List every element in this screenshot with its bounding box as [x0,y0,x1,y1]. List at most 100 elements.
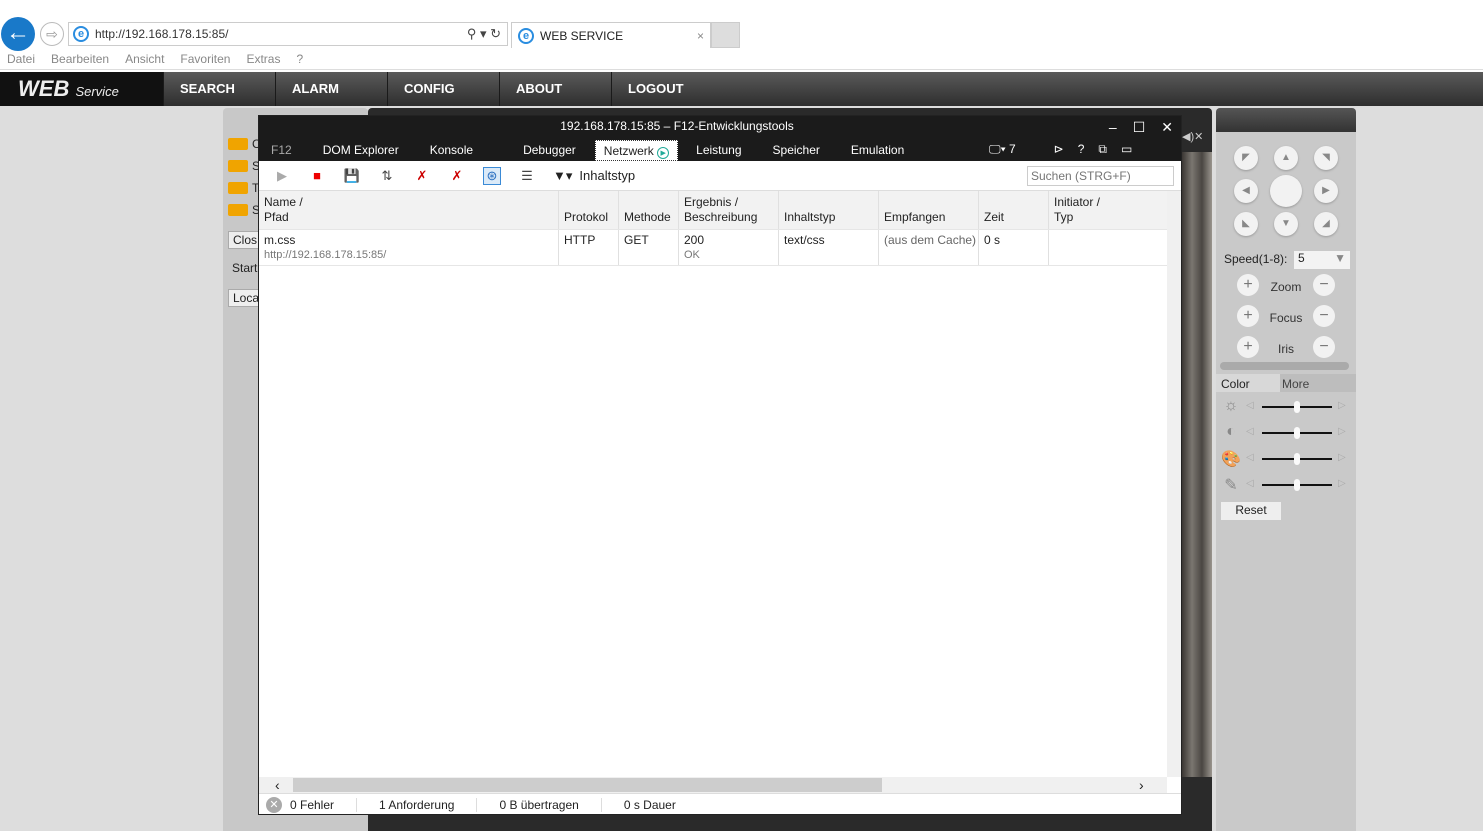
ptz-header [1216,108,1356,132]
ptz-up-button[interactable]: ▲ [1274,146,1298,170]
ptz-down-button[interactable]: ▼ [1274,212,1298,236]
tab-debugger[interactable]: Debugger [511,140,595,161]
horizontal-scrollbar[interactable]: ‹ › [259,777,1167,793]
iris-out-button[interactable]: − [1313,336,1335,358]
clear-session-icon[interactable]: ✗ [413,168,431,184]
ptz-up-left-button[interactable]: ◤ [1234,146,1258,170]
col-result[interactable]: Ergebnis / Beschreibung [679,191,779,229]
col-content-type[interactable]: Inhaltstyp [779,191,879,229]
error-icon: ✕ [266,796,282,813]
menu-help[interactable]: ? [296,52,303,69]
tab-f12[interactable]: F12 [259,140,311,161]
tab-netzwerk[interactable]: Netzwerk ▶ [594,140,679,161]
import-icon[interactable]: ⇅ [378,168,396,184]
menu-datei[interactable]: Datei [7,52,35,69]
scroll-right-icon[interactable]: › [1139,777,1144,793]
focus-out-button[interactable]: − [1313,305,1335,327]
search-input[interactable] [1027,166,1174,186]
close-icon[interactable]: ✕ [1161,119,1173,136]
minimize-icon[interactable]: – [1109,119,1117,136]
zoom-out-button[interactable]: − [1313,274,1335,296]
camera-icon[interactable] [228,182,248,194]
clear-entries-icon[interactable]: ☰ [518,168,536,184]
sharpness-icon: ✎ [1224,477,1238,494]
col-protocol[interactable]: Protokol [559,191,619,229]
stop-icon[interactable]: ■ [308,168,326,183]
saturation-slider[interactable]: ◁ ▷ [1246,452,1350,466]
menu-ansicht[interactable]: Ansicht [125,52,164,69]
nav-config[interactable]: CONFIG [387,72,499,106]
camera-icon[interactable] [228,204,248,216]
contrast-slider[interactable]: ◁ ▷ [1246,426,1350,440]
browser-tab[interactable]: e WEB SERVICE × [511,22,711,48]
new-tab-button[interactable] [711,22,740,48]
video-feed [1182,152,1212,777]
ptz-down-left-button[interactable]: ◣ [1234,212,1258,236]
save-icon[interactable]: 💾 [343,168,361,184]
search-refresh-icon[interactable]: ⚲ ▾ ↻ [467,26,501,42]
reset-button[interactable]: Reset [1221,502,1281,520]
always-refresh-icon[interactable]: ⊛ [483,166,501,185]
address-bar[interactable]: e http://192.168.178.15:85/ ⚲ ▾ ↻ [68,22,508,46]
close-tab-icon[interactable]: × [697,29,704,43]
cell-time: 0 s [979,230,1049,265]
tab-more[interactable]: More [1282,377,1309,391]
status-requests: 1 Anforderung [357,797,478,812]
filter-icon[interactable]: ▼▾ [553,168,572,184]
col-initiator[interactable]: Initiator / Typ [1049,191,1167,229]
zoom-label: Zoom [1270,280,1302,294]
tab-color[interactable]: Color [1216,374,1280,392]
undock-icon[interactable]: ⧉ [1098,142,1107,157]
col-method[interactable]: Methode [619,191,679,229]
vertical-scrollbar[interactable] [1167,191,1181,777]
clear-cache-icon[interactable]: ✗ [448,168,466,184]
nav-search[interactable]: SEARCH [163,72,275,106]
tab-konsole[interactable]: Konsole [418,140,511,161]
maximize-icon[interactable]: ☐ [1133,119,1146,136]
filter-content-type[interactable]: Inhaltstyp [579,168,635,183]
tab-speicher[interactable]: Speicher [761,140,839,161]
col-name[interactable]: Name / Pfad [259,191,559,229]
ptz-up-right-button[interactable]: ◥ [1314,146,1338,170]
cell-type: text/css [779,230,879,265]
menu-favoriten[interactable]: Favoriten [180,52,230,69]
help-icon[interactable]: ? [1078,142,1085,157]
scroll-left-icon[interactable]: ‹ [275,777,280,793]
back-button[interactable]: ← [1,17,35,51]
ptz-right-button[interactable]: ▶ [1314,179,1338,203]
play-icon[interactable]: ▶ [657,147,670,159]
camera-icon[interactable] [228,160,248,172]
audio-close-icons[interactable]: ◀)✕ [1182,130,1212,152]
tab-title: WEB SERVICE [540,28,624,43]
speed-select[interactable]: 5 ▼ [1294,251,1350,269]
ptz-down-right-button[interactable]: ◢ [1314,212,1338,236]
ptz-collapse-bar[interactable] [1220,362,1349,370]
table-header: Name / Pfad Protokol Methode Ergebnis / Be… [259,191,1167,230]
table-row[interactable]: m.css http://192.168.178.15:85/ HTTP GET … [259,230,1167,266]
col-received[interactable]: Empfangen [879,191,979,229]
brightness-icon: ☼ [1223,397,1239,414]
camera-icon[interactable] [228,138,248,150]
brightness-slider[interactable]: ◁ ▷ [1246,400,1350,414]
network-table: Name / Pfad Protokol Methode Ergebnis / Be… [259,191,1167,266]
menu-extras[interactable]: Extras [246,52,280,69]
col-time[interactable]: Zeit [979,191,1049,229]
scroll-thumb[interactable] [293,778,882,792]
tab-dom-explorer[interactable]: DOM Explorer [311,140,418,161]
ptz-left-button[interactable]: ◀ [1234,179,1258,203]
tab-leistung[interactable]: Leistung [678,140,760,161]
nav-about[interactable]: ABOUT [499,72,611,106]
emulation-device-icon[interactable]: 🖵▾ 7 [989,142,1016,157]
menu-bearbeiten[interactable]: Bearbeiten [51,52,109,69]
tab-emulation[interactable]: Emulation [839,140,923,161]
logo: WEB Service [0,72,163,106]
iris-label: Iris [1278,342,1294,356]
sharpness-slider[interactable]: ◁ ▷ [1246,478,1350,492]
console-toggle-icon[interactable]: ⊳ [1054,142,1064,157]
nav-logout[interactable]: LOGOUT [611,72,723,106]
dock-icon[interactable]: ▭ [1121,142,1132,157]
nav-alarm[interactable]: ALARM [275,72,387,106]
start-profiling-icon[interactable]: ▶ [273,168,291,184]
forward-button[interactable]: ⇨ [40,22,64,46]
ptz-center-button[interactable] [1270,175,1302,207]
